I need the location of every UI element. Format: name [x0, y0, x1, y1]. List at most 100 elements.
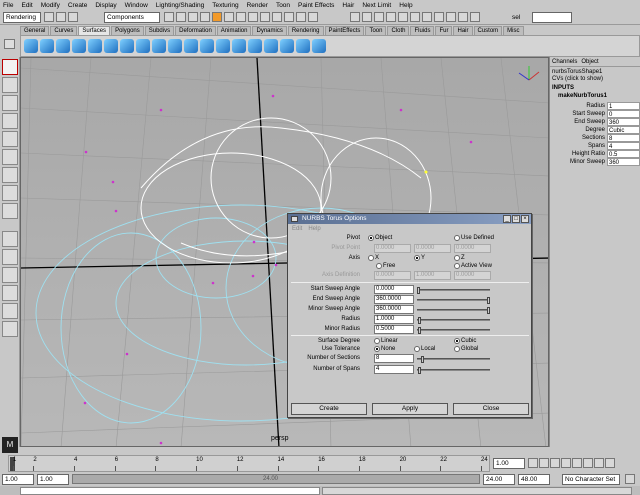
channel-value[interactable]: 0 [607, 110, 640, 118]
sections-input[interactable]: 8 [374, 354, 414, 363]
snap-plane-icon[interactable] [272, 12, 282, 22]
channel-name[interactable]: Sections [550, 134, 607, 142]
axis-y-radio[interactable]: Y [414, 255, 425, 261]
apply-button[interactable]: Apply [372, 403, 448, 415]
shelf-menu-icon[interactable] [4, 39, 15, 49]
spans-input[interactable]: 4 [374, 365, 414, 374]
paint-icon[interactable] [434, 12, 444, 22]
snap-curve-icon[interactable] [248, 12, 258, 22]
create-button[interactable]: Create [291, 403, 367, 415]
time-slider[interactable]: 1 2 4 6 8 10 12 14 16 18 20 22 24 1.00 [0, 455, 640, 472]
channel-name[interactable]: Start Sweep [550, 110, 607, 118]
menu-toon[interactable]: Toon [276, 2, 290, 9]
shelf-tab-curves[interactable]: Curves [50, 26, 78, 35]
input-node-name[interactable]: makeNurbTorus1 [550, 93, 640, 102]
shelf-tool-icon[interactable] [296, 39, 310, 53]
shelf-tool-icon[interactable] [248, 39, 262, 53]
channel-value[interactable]: 4 [607, 142, 640, 150]
shelf-tool-icon[interactable] [56, 39, 70, 53]
shelf-tool-icon[interactable] [72, 39, 86, 53]
last-tool-icon[interactable] [2, 203, 18, 219]
shape-node-name[interactable]: nurbsTorusShape1 [550, 67, 640, 76]
light-icon[interactable] [458, 12, 468, 22]
render-view-icon[interactable] [296, 12, 306, 22]
persp-graph-layout-icon[interactable] [2, 285, 18, 301]
snap-grid-icon[interactable] [236, 12, 246, 22]
time-slider-track[interactable]: 1 2 4 6 8 10 12 14 16 18 20 22 24 [8, 455, 490, 472]
fx-icon[interactable] [446, 12, 456, 22]
window-menu-icon[interactable] [291, 216, 298, 222]
shelf-tab-dynamics[interactable]: Dynamics [252, 26, 287, 35]
layer-icon[interactable] [410, 12, 420, 22]
range-slider-bar[interactable]: 24.00 [72, 474, 480, 484]
manipulator-tool-icon[interactable] [2, 167, 18, 183]
shelf-tab-surfaces[interactable]: Surfaces [78, 26, 111, 35]
shelf-tab-toon[interactable]: Toon [365, 26, 387, 35]
channel-name[interactable]: End Sweep [550, 118, 607, 126]
degree-linear-radio[interactable]: Linear [374, 338, 398, 344]
menu-set-dropdown[interactable]: Rendering [3, 12, 41, 23]
playback-start-field[interactable]: 1.00 [37, 474, 69, 485]
shelf-tab-animation[interactable]: Animation [216, 26, 252, 35]
shelf-tool-icon[interactable] [168, 39, 182, 53]
go-to-end-icon[interactable] [605, 458, 615, 468]
soft-mod-icon[interactable] [2, 185, 18, 201]
menu-display[interactable]: Display [95, 2, 116, 9]
object-mode-icon[interactable] [188, 12, 198, 22]
minimize-icon[interactable]: _ [503, 215, 511, 223]
shelf-tab-hair[interactable]: Hair [453, 26, 473, 35]
close-button[interactable]: Close [453, 403, 529, 415]
hierarchy-icon[interactable] [176, 12, 186, 22]
maximize-icon[interactable]: □ [512, 215, 520, 223]
history-icon[interactable] [284, 12, 294, 22]
dialog-title-bar[interactable]: NURBS Torus Options _ □ × [288, 214, 531, 224]
channel-value[interactable]: Cubic [607, 126, 640, 134]
open-scene-icon[interactable] [56, 12, 66, 22]
shelf-tool-icon[interactable] [184, 39, 198, 53]
field-slider[interactable] [417, 287, 490, 294]
menu-render[interactable]: Render [247, 2, 268, 9]
axis-definition-z[interactable]: 0.0000 [454, 271, 491, 280]
cvs-toggle[interactable]: CVs (click to show) [550, 76, 640, 85]
channel-value[interactable]: 8 [607, 134, 640, 142]
menu-hair[interactable]: Hair [342, 2, 354, 9]
shelf-tool-icon[interactable] [152, 39, 166, 53]
play-backward-icon[interactable] [561, 458, 571, 468]
shelf-tab-fluids[interactable]: Fluids [410, 26, 435, 35]
shelf-tab-painteffects[interactable]: PaintEffects [324, 26, 365, 35]
select-by-type-icon[interactable] [164, 12, 174, 22]
step-forward-icon[interactable] [594, 458, 604, 468]
four-pane-layout-icon[interactable] [2, 249, 18, 265]
component-mode-icon[interactable] [200, 12, 210, 22]
pivot-user-defined-radio[interactable]: Use Defined [454, 235, 494, 241]
shelf-tool-icon[interactable] [88, 39, 102, 53]
channel-name[interactable]: Height Ratio [550, 150, 607, 158]
channel-value[interactable]: 360 [607, 158, 640, 166]
menu-help[interactable]: Help [399, 2, 412, 9]
shelf-tool-icon[interactable] [280, 39, 294, 53]
dialog-edit-menu[interactable]: Edit [292, 226, 302, 232]
current-time-field[interactable]: 1.00 [493, 458, 525, 469]
menu-texturing[interactable]: Texturing [212, 2, 238, 9]
sections-slider[interactable] [417, 356, 490, 363]
step-back-icon[interactable] [539, 458, 549, 468]
dialog-help-menu[interactable]: Help [308, 226, 320, 232]
channel-value[interactable]: 1 [607, 102, 640, 110]
custom-layout-icon[interactable] [2, 321, 18, 337]
tolerance-global-radio[interactable]: Global [454, 346, 478, 352]
hypershade-icon[interactable] [350, 12, 360, 22]
axis-z-radio[interactable]: Z [454, 255, 465, 261]
field-input[interactable]: 1.0000 [374, 315, 414, 324]
field-slider[interactable] [417, 297, 490, 304]
camera-icon[interactable] [470, 12, 480, 22]
field-slider-knob[interactable] [418, 317, 422, 324]
selection-mask-dropdown[interactable]: Components [104, 12, 160, 23]
pivot-object-radio[interactable]: Object [368, 235, 392, 241]
shelf-tab-general[interactable]: General [20, 26, 50, 35]
shelf-tool-icon[interactable] [136, 39, 150, 53]
curve-snap-icon[interactable] [386, 12, 396, 22]
field-slider-knob[interactable] [487, 297, 490, 304]
degree-cubic-radio[interactable]: Cubic [454, 338, 476, 344]
shelf-tool-icon[interactable] [264, 39, 278, 53]
shelf-tab-misc[interactable]: Misc [503, 26, 524, 35]
